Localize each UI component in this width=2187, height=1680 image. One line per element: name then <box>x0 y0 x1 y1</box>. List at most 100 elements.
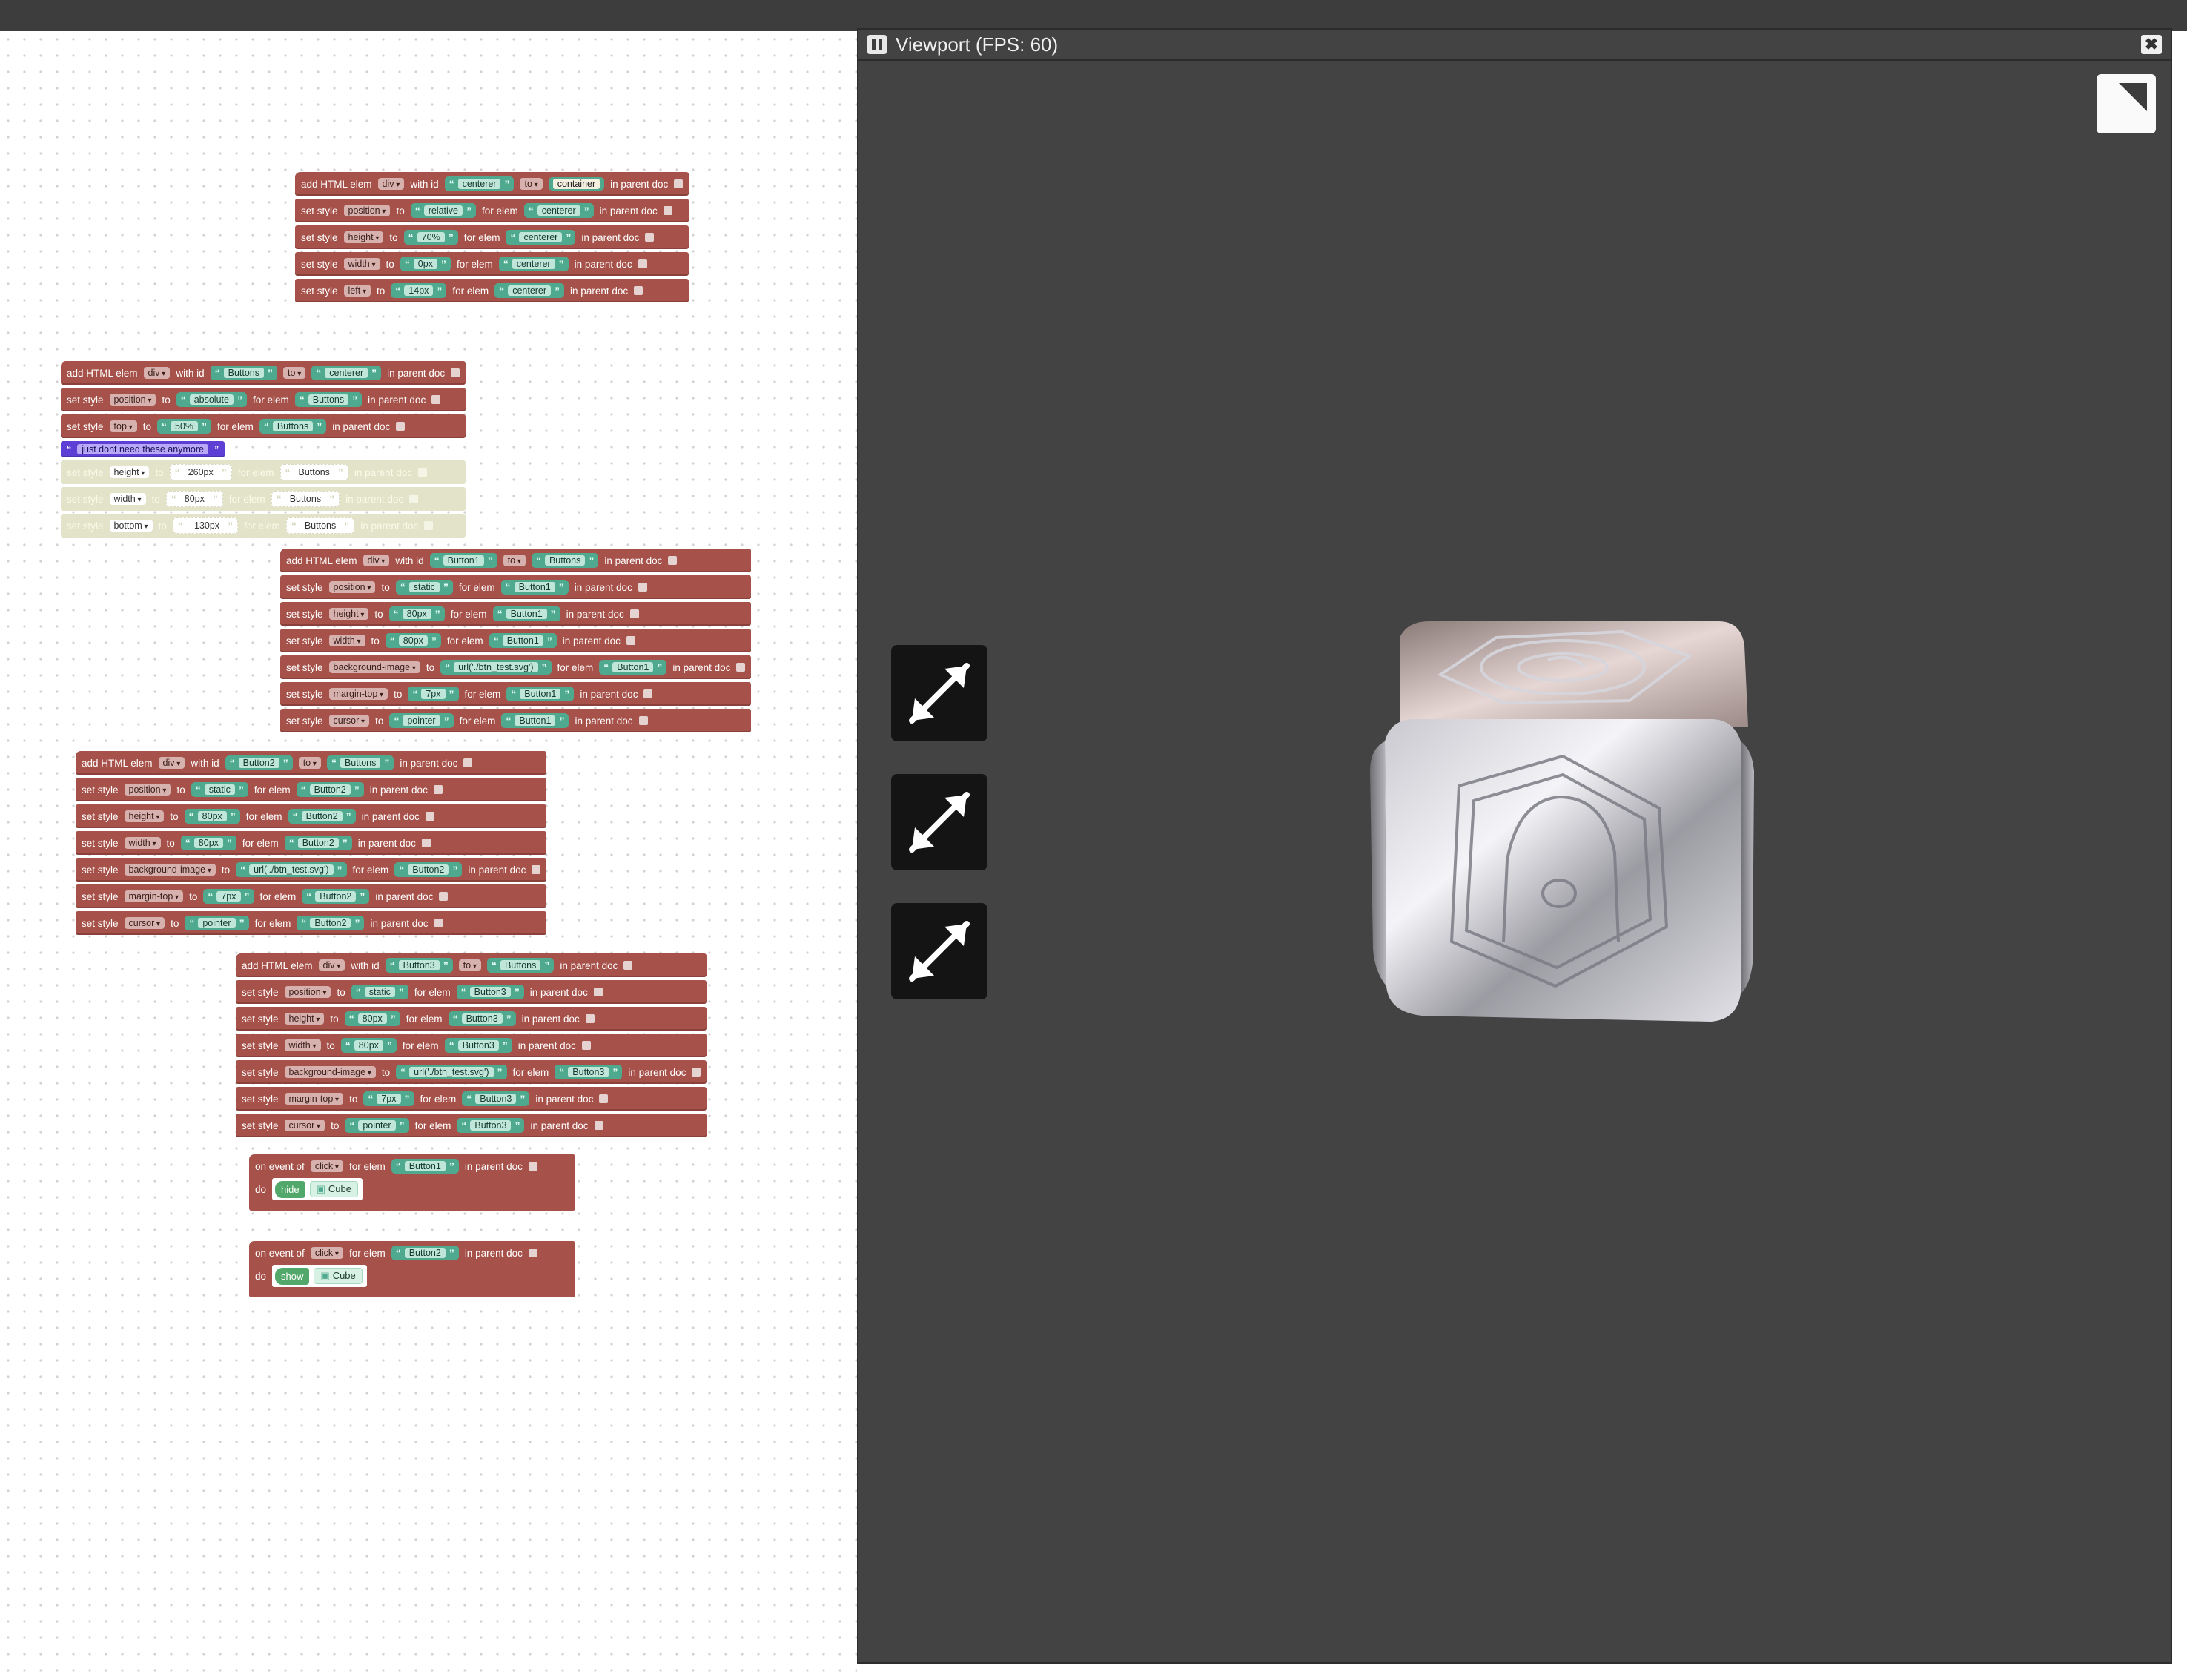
block-stack-buttons[interactable]: add HTML elem div with id “Buttons” to “… <box>61 361 466 540</box>
parent-string[interactable]: “Buttons” <box>531 553 599 568</box>
set-style-block[interactable]: set style width to “80px” for elem “Butt… <box>61 487 466 511</box>
style-value-string[interactable]: “7px” <box>203 889 254 904</box>
set-style-block[interactable]: set style cursor to “pointer” for elem “… <box>236 1114 707 1137</box>
id-string[interactable]: “Button1” <box>429 553 497 568</box>
viewport-panel[interactable]: Viewport (FPS: 60) ✖ <box>857 28 2172 1664</box>
elem-string[interactable]: “Buttons” <box>259 419 327 434</box>
elem-string[interactable]: “Button2” <box>391 1246 459 1260</box>
style-prop-dropdown[interactable]: width <box>284 1039 321 1051</box>
elem-string[interactable]: “Button3” <box>444 1038 512 1053</box>
elem-string[interactable]: “Button3” <box>462 1091 530 1106</box>
checkbox[interactable] <box>528 1162 537 1171</box>
set-style-block[interactable]: set style cursor to “pointer” for elem “… <box>280 709 752 732</box>
style-prop-dropdown[interactable]: position <box>343 205 391 216</box>
style-prop-dropdown[interactable]: cursor <box>284 1120 325 1131</box>
style-prop-dropdown[interactable]: height <box>124 810 165 822</box>
add-html-elem-block[interactable]: add HTML elem div with id “Button1” to “… <box>280 549 752 572</box>
style-value-string[interactable]: “80px” <box>388 606 445 621</box>
checkbox[interactable] <box>581 1041 591 1050</box>
elem-string[interactable]: “centerer” <box>506 230 576 245</box>
set-style-block[interactable]: set style width to “0px” for elem “cente… <box>295 252 689 276</box>
checkbox[interactable] <box>434 919 443 927</box>
elem-string[interactable]: “Button1” <box>500 580 569 595</box>
checkbox[interactable] <box>638 583 647 592</box>
style-prop-dropdown[interactable]: top <box>109 420 137 432</box>
checkbox[interactable] <box>417 468 427 477</box>
block-stack-button2[interactable]: add HTML elem div with id “Button2” to “… <box>76 751 547 938</box>
elem-string[interactable]: “Button1” <box>506 687 575 701</box>
close-icon[interactable]: ✖ <box>2141 35 2162 54</box>
elem-string[interactable]: “Button2” <box>284 836 352 850</box>
checkbox[interactable] <box>421 839 431 847</box>
elem-string[interactable]: “Button3” <box>555 1065 623 1079</box>
event-block-hide[interactable]: on event of click for elem “Button1” in … <box>249 1154 575 1211</box>
checkbox[interactable] <box>528 1249 537 1257</box>
style-prop-dropdown[interactable]: background-image <box>328 661 420 673</box>
parent-string[interactable]: “centerer” <box>311 366 382 380</box>
style-value-string[interactable]: “static” <box>351 985 408 999</box>
style-value-string[interactable]: “14px” <box>391 283 447 298</box>
tag-dropdown[interactable]: div <box>318 959 345 971</box>
style-value-string[interactable]: “7px” <box>363 1091 414 1106</box>
event-dropdown[interactable]: click <box>310 1247 343 1259</box>
style-prop-dropdown[interactable]: width <box>328 635 365 646</box>
checkbox[interactable] <box>663 206 672 215</box>
style-prop-dropdown[interactable]: height <box>284 1013 325 1025</box>
set-style-block[interactable]: set style position to “static” for elem … <box>236 980 707 1004</box>
style-prop-dropdown[interactable]: margin-top <box>124 890 184 902</box>
elem-string[interactable]: “Buttons” <box>285 517 355 534</box>
set-style-block[interactable]: set style width to “80px” for elem “Butt… <box>280 629 752 652</box>
elem-string[interactable]: “centerer” <box>498 257 569 271</box>
style-value-string[interactable]: “50%” <box>157 419 212 434</box>
add-html-elem-block[interactable]: add HTML elem div with id “Button2” to “… <box>76 751 547 775</box>
set-style-block[interactable]: set style background-image to “url('./bt… <box>280 655 752 679</box>
set-style-block[interactable]: set style position to “relative” for ele… <box>295 199 689 222</box>
style-value-string[interactable]: “url('./btn_test.svg')” <box>440 660 552 675</box>
elem-string[interactable]: “Button1” <box>599 660 667 675</box>
style-value-string[interactable]: “7px” <box>408 687 459 701</box>
elem-string[interactable]: “Buttons” <box>279 464 348 480</box>
set-style-block[interactable]: set style position to “absolute” for ele… <box>61 388 466 411</box>
elem-string[interactable]: “Button1” <box>501 713 569 728</box>
style-value-string[interactable]: “-130px” <box>172 517 239 534</box>
set-style-block[interactable]: set style height to “80px” for elem “But… <box>236 1007 707 1031</box>
block-stack-centerer[interactable]: add HTML elem div with id “centerer” to … <box>295 172 689 305</box>
style-prop-dropdown[interactable]: width <box>109 493 146 505</box>
style-value-string[interactable]: “80px” <box>385 633 441 648</box>
checkbox[interactable] <box>593 988 603 996</box>
checkbox[interactable] <box>425 812 434 821</box>
set-style-block[interactable]: set style width to “80px” for elem “Butt… <box>236 1034 707 1057</box>
elem-string[interactable]: “Button3” <box>448 1011 516 1026</box>
elem-string[interactable]: “Button2” <box>394 862 463 877</box>
style-prop-dropdown[interactable]: position <box>109 394 156 406</box>
parent-string[interactable]: container <box>548 177 605 191</box>
set-style-block[interactable]: set style background-image to “url('./bt… <box>236 1060 707 1084</box>
pause-icon[interactable] <box>867 35 887 54</box>
style-prop-dropdown[interactable]: position <box>328 581 376 593</box>
checkbox[interactable] <box>674 179 684 188</box>
id-string[interactable]: “Button3” <box>385 958 453 973</box>
style-prop-dropdown[interactable]: height <box>343 231 384 243</box>
style-prop-dropdown[interactable]: height <box>109 466 150 478</box>
style-value-string[interactable]: “absolute” <box>176 392 247 407</box>
expand-corner-button[interactable] <box>2097 74 2156 133</box>
chrome-cube-3d[interactable] <box>1370 615 1756 1031</box>
checkbox[interactable] <box>451 368 460 377</box>
style-value-string[interactable]: “80px” <box>180 836 236 850</box>
set-style-block[interactable]: set style height to “260px” for elem “Bu… <box>61 460 466 484</box>
elem-string[interactable]: “Button3” <box>457 1118 525 1133</box>
elem-string[interactable]: “Button1” <box>489 633 557 648</box>
object-picker[interactable]: ▣ Cube <box>309 1181 358 1197</box>
checkbox[interactable] <box>626 636 635 645</box>
style-prop-dropdown[interactable]: background-image <box>124 864 216 876</box>
tag-dropdown[interactable]: div <box>158 757 185 769</box>
add-html-elem-block[interactable]: add HTML elem div with id “centerer” to … <box>295 172 689 196</box>
style-prop-dropdown[interactable]: cursor <box>124 917 165 929</box>
style-prop-dropdown[interactable]: height <box>328 608 369 620</box>
elem-string[interactable]: “Button2” <box>302 889 370 904</box>
checkbox[interactable] <box>599 1094 609 1103</box>
checkbox[interactable] <box>532 865 541 874</box>
style-prop-dropdown[interactable]: position <box>284 986 331 998</box>
set-style-block[interactable]: set style cursor to “pointer” for elem “… <box>76 911 547 935</box>
resize-button-2[interactable] <box>891 774 987 870</box>
